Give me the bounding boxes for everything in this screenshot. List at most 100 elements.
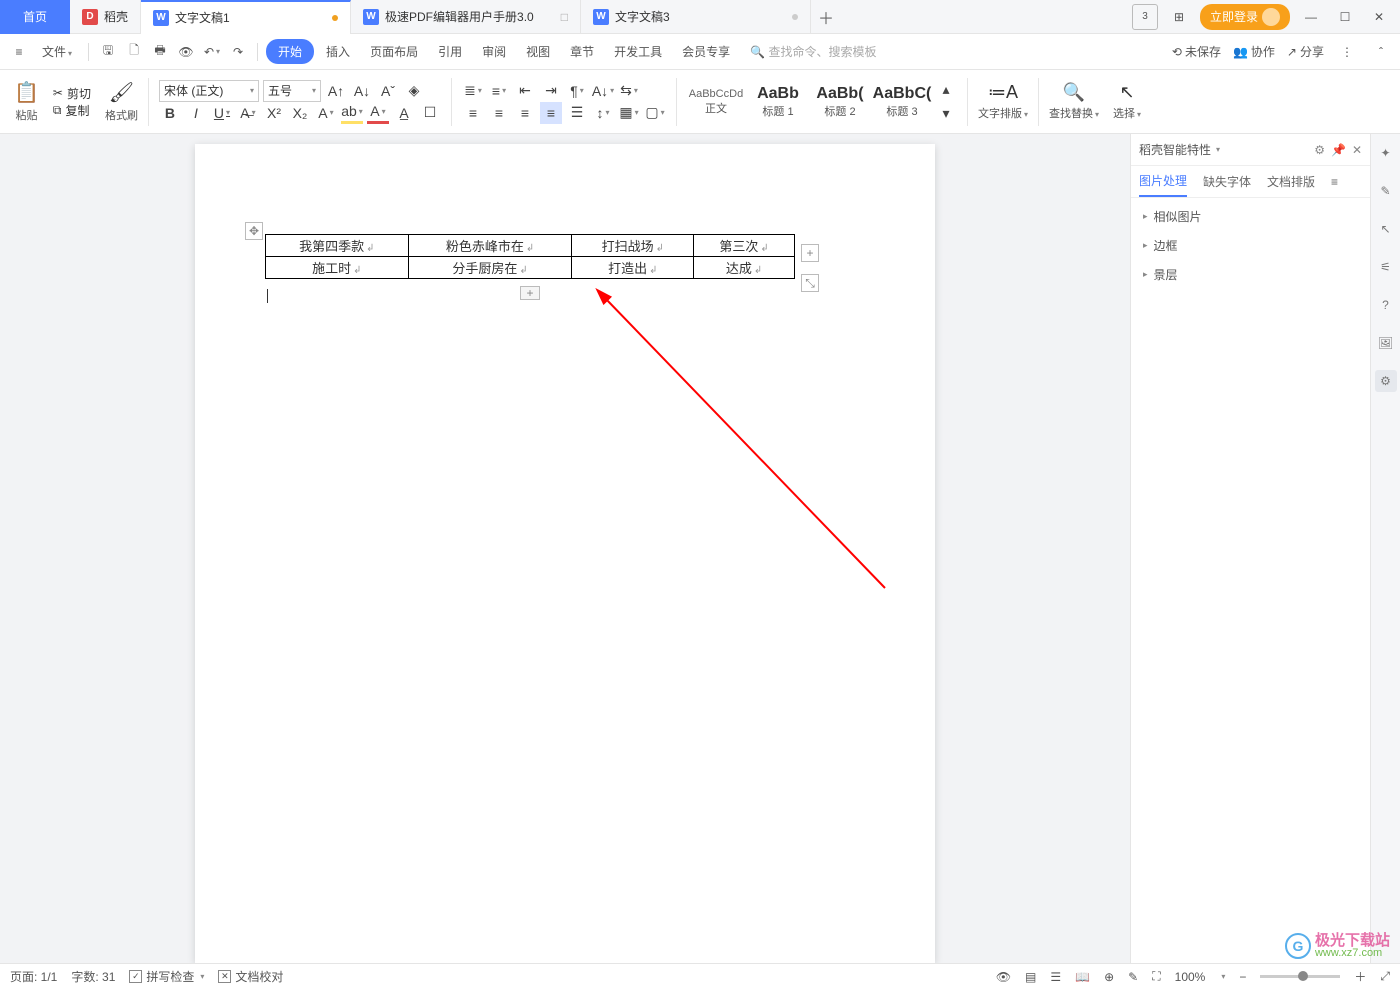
zoom-out-icon[interactable]: −	[1239, 970, 1246, 984]
align-right-button[interactable]: ≡	[514, 102, 536, 124]
status-proof[interactable]: ✕文档校对	[218, 968, 283, 985]
strike-button[interactable]: A̶▾	[237, 102, 259, 124]
select-button[interactable]: ↖ 选择▾	[1107, 72, 1147, 132]
file-menu[interactable]: 文件▾	[34, 39, 80, 64]
pin-icon[interactable]: 📌	[1331, 143, 1346, 157]
status-page[interactable]: 页面: 1/1	[10, 968, 57, 985]
tab-pdf[interactable]: W 极速PDF编辑器用户手册3.0 □	[351, 0, 581, 34]
close-icon[interactable]: ✕	[1366, 4, 1392, 30]
table-move-handle[interactable]: ✥	[245, 222, 263, 240]
table-cell[interactable]: 粉色赤峰市在↲	[408, 235, 572, 257]
line-spacing-button[interactable]: ↕▾	[592, 102, 614, 124]
menu-ref[interactable]: 引用	[430, 39, 470, 64]
distribute-button[interactable]: ☰	[566, 102, 588, 124]
zoom-slider[interactable]	[1260, 975, 1340, 978]
side-pencil-icon[interactable]: ✎	[1375, 180, 1397, 202]
hamburger-icon[interactable]: ≡	[8, 41, 30, 63]
show-marks-button[interactable]: ¶▾	[566, 80, 588, 102]
shading-button[interactable]: ▦▾	[618, 102, 640, 124]
menu-layout[interactable]: 页面布局	[362, 39, 426, 64]
apps-icon[interactable]: ⊞	[1166, 4, 1192, 30]
unsaved-button[interactable]: ⟲ 未保存	[1172, 43, 1221, 60]
document-area[interactable]: ✥ 我第四季款↲ 粉色赤峰市在↲ 打扫战场↲ 第三次↲ 施工时↲ 分手厨房在↲ …	[0, 134, 1130, 963]
view-page-icon[interactable]: ▤	[1025, 970, 1036, 984]
minimize-icon[interactable]: —	[1298, 4, 1324, 30]
table-add-col-handle[interactable]: +	[801, 244, 819, 262]
find-replace-button[interactable]: 🔍 查找替换▾	[1043, 72, 1105, 132]
login-button[interactable]: 立即登录	[1200, 4, 1290, 30]
tab-doc1[interactable]: W 文字文稿1	[141, 0, 351, 34]
gear-icon[interactable]: ⚙	[1314, 143, 1325, 157]
numbering-button[interactable]: ≡▾	[488, 80, 510, 102]
search-input[interactable]: 🔍 查找命令、搜索模板	[742, 43, 884, 60]
document-table[interactable]: 我第四季款↲ 粉色赤峰市在↲ 打扫战场↲ 第三次↲ 施工时↲ 分手厨房在↲ 打造…	[265, 234, 795, 279]
side-image-icon[interactable]: 🖼	[1375, 332, 1397, 354]
menu-section[interactable]: 章节	[562, 39, 602, 64]
char-border-button[interactable]: ☐	[419, 102, 441, 124]
menu-review[interactable]: 审阅	[474, 39, 514, 64]
menu-dev[interactable]: 开发工具	[606, 39, 670, 64]
print-icon[interactable]: 🖶	[149, 41, 171, 63]
view-outline-icon[interactable]: ☰	[1050, 970, 1061, 984]
text-layout-button[interactable]: ≔A 文字排版▾	[972, 72, 1034, 132]
bullets-button[interactable]: ≣▾	[462, 80, 484, 102]
format-painter-button[interactable]: 🖌 格式刷	[99, 72, 144, 132]
table-cell[interactable]: 施工时↲	[266, 257, 409, 279]
table-row[interactable]: 我第四季款↲ 粉色赤峰市在↲ 打扫战场↲ 第三次↲	[266, 235, 795, 257]
cut-button[interactable]: ✂剪切	[53, 85, 91, 102]
save-icon[interactable]: 🖫	[97, 41, 119, 63]
tab-doc3[interactable]: W 文字文稿3	[581, 0, 811, 34]
table-cell[interactable]: 打扫战场↲	[572, 235, 694, 257]
tab-daoke[interactable]: D 稻壳	[70, 0, 141, 34]
collab-button[interactable]: 👥 协作	[1233, 43, 1275, 60]
view-print-icon[interactable]: ✎	[1128, 970, 1138, 984]
outdent-button[interactable]: ⇤	[514, 80, 536, 102]
print-preview-icon[interactable]: 👁	[175, 41, 197, 63]
collapse-ribbon-icon[interactable]: ˆ	[1370, 41, 1392, 63]
table-row[interactable]: 施工时↲ 分手厨房在↲ 打造出↲ 达成↲	[266, 257, 795, 279]
table-cell[interactable]: 我第四季款↲	[266, 235, 409, 257]
text-effect-button[interactable]: A▾	[315, 102, 337, 124]
tab-add-button[interactable]: ＋	[811, 5, 841, 29]
styles-up-icon[interactable]: ▴	[935, 79, 957, 101]
table-cell[interactable]: 打造出↲	[572, 257, 694, 279]
side-cursor-icon[interactable]: ↖	[1375, 218, 1397, 240]
table-cell[interactable]: 分手厨房在↲	[408, 257, 572, 279]
redo-icon[interactable]: ↷	[227, 41, 249, 63]
clear-format-icon[interactable]: ◈	[403, 80, 425, 102]
copy-button[interactable]: ⧉复制	[53, 102, 90, 119]
font-name-select[interactable]: 宋体 (正文)▾	[159, 80, 259, 102]
tab-button[interactable]: ⇆▾	[618, 80, 640, 102]
font-size-select[interactable]: 五号▾	[263, 80, 321, 102]
styles-down-icon[interactable]: ▾	[935, 103, 957, 125]
highlight-button[interactable]: ab▾	[341, 102, 363, 124]
view-read-icon[interactable]: 📖	[1075, 970, 1090, 984]
style-normal[interactable]: AaBbCcDd正文	[687, 82, 745, 122]
panel-title[interactable]: 稻壳智能特性▾	[1139, 141, 1220, 158]
case-icon[interactable]: Aˇ	[377, 80, 399, 102]
fit-icon[interactable]: ⛶	[1152, 969, 1160, 984]
close-panel-icon[interactable]: ✕	[1352, 143, 1362, 157]
panel-item-layer[interactable]: ▸景层	[1143, 266, 1358, 283]
side-slider-icon[interactable]: ⚟	[1375, 256, 1397, 278]
status-words[interactable]: 字数: 31	[71, 968, 115, 985]
panel-tab-layout[interactable]: 文档排版	[1267, 167, 1315, 196]
bold-button[interactable]: B	[159, 102, 181, 124]
paste-group[interactable]: 📋 粘贴	[8, 72, 45, 132]
menu-view[interactable]: 视图	[518, 39, 558, 64]
align-justify-button[interactable]: ≡	[540, 102, 562, 124]
side-sparkle-icon[interactable]: ✦	[1375, 142, 1397, 164]
italic-button[interactable]: I	[185, 102, 207, 124]
char-shading-button[interactable]: A̲	[393, 102, 415, 124]
style-h2[interactable]: AaBb(标题 2	[811, 82, 869, 122]
view-eye-icon[interactable]: 👁	[996, 970, 1011, 984]
decrease-font-icon[interactable]: A↓	[351, 80, 373, 102]
panel-tab-more-icon[interactable]: ≡	[1331, 169, 1338, 195]
panel-tab-font[interactable]: 缺失字体	[1203, 167, 1251, 196]
align-left-button[interactable]: ≡	[462, 102, 484, 124]
sort-button[interactable]: A↓▾	[592, 80, 614, 102]
underline-button[interactable]: U▾	[211, 102, 233, 124]
menu-start[interactable]: 开始	[266, 39, 314, 64]
table-cell[interactable]: 第三次↲	[694, 235, 795, 257]
table-cell[interactable]: 达成↲	[694, 257, 795, 279]
